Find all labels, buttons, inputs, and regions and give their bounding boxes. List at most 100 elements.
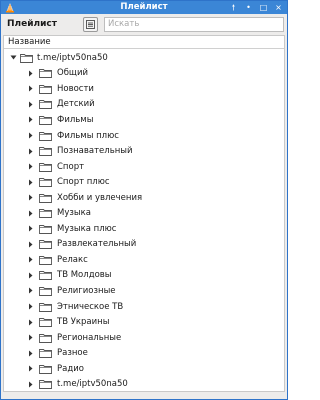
collapsed-arrow-icon[interactable] bbox=[26, 116, 34, 124]
tree-folder-item[interactable]: Новости bbox=[4, 81, 284, 97]
tree-folder-item[interactable]: Музыка bbox=[4, 205, 284, 221]
tree-folder-label: ТВ Молдовы bbox=[57, 270, 112, 281]
collapsed-arrow-icon[interactable] bbox=[26, 132, 34, 140]
collapsed-arrow-icon[interactable] bbox=[26, 194, 34, 202]
tree-folder-item[interactable]: t.me/iptv50na50 bbox=[4, 376, 284, 392]
folder-icon bbox=[39, 333, 52, 343]
title-bar[interactable]: Плейлист 🠕 • □ × bbox=[1, 1, 287, 14]
folder-icon bbox=[39, 239, 52, 250]
maximize-button[interactable]: □ bbox=[257, 2, 270, 13]
tree-folder-label: Радио bbox=[57, 363, 84, 374]
collapsed-arrow-icon[interactable] bbox=[26, 334, 34, 342]
tree-folder-label: Этническое ТВ bbox=[57, 301, 124, 312]
playlist-window: Плейлист 🠕 • □ × Плейлист Название bbox=[0, 0, 288, 400]
collapsed-arrow-icon[interactable] bbox=[26, 225, 34, 233]
folder-icon bbox=[39, 255, 52, 265]
folder-icon bbox=[39, 348, 52, 359]
tree-folder-item[interactable]: ТВ Молдовы bbox=[4, 268, 284, 284]
tree-body: t.me/iptv50na50 Общий Новости Детский Фильм… bbox=[4, 49, 284, 392]
playlist-tree[interactable]: Название t.me/iptv50na50 Общий Новости Дет… bbox=[3, 35, 285, 392]
collapsed-arrow-icon[interactable] bbox=[26, 380, 34, 388]
tree-folder-label: Познавательный bbox=[57, 146, 133, 157]
tree-root-node[interactable]: t.me/iptv50na50 bbox=[4, 50, 284, 66]
folder-icon bbox=[39, 68, 52, 79]
collapsed-arrow-icon[interactable] bbox=[26, 271, 34, 279]
folder-icon bbox=[39, 302, 52, 312]
folder-icon bbox=[39, 99, 52, 110]
collapsed-arrow-icon[interactable] bbox=[26, 178, 34, 186]
tree-folder-item[interactable]: Религиозные bbox=[4, 283, 284, 299]
tree-root-label: t.me/iptv50na50 bbox=[37, 52, 108, 63]
tree-folder-item[interactable]: Развлекательный bbox=[4, 237, 284, 253]
tree-folder-item[interactable]: Разное bbox=[4, 345, 284, 361]
window-controls: 🠕 • □ × bbox=[227, 2, 285, 13]
tree-folder-item[interactable]: Хобби и увлечения bbox=[4, 190, 284, 206]
tree-folder-label: Разное bbox=[57, 348, 88, 359]
tree-folder-item[interactable]: Этническое ТВ bbox=[4, 299, 284, 315]
tree-folder-item[interactable]: Познавательный bbox=[4, 143, 284, 159]
tree-folder-item[interactable]: Музыка плюс bbox=[4, 221, 284, 237]
tree-folder-item[interactable]: Радио bbox=[4, 361, 284, 377]
tree-folder-label: t.me/iptv50na50 bbox=[57, 379, 128, 390]
expanded-arrow-icon[interactable] bbox=[9, 54, 17, 62]
folder-icon bbox=[39, 224, 52, 234]
playlist-toolbar: Плейлист bbox=[1, 14, 287, 34]
tree-folder-label: Релакс bbox=[57, 254, 88, 265]
view-mode-button[interactable] bbox=[83, 16, 98, 32]
tree-folder-item[interactable]: Общий bbox=[4, 66, 284, 82]
folder-icon bbox=[39, 131, 52, 141]
folder-icon bbox=[39, 162, 52, 172]
tree-folder-label: Фильмы bbox=[57, 114, 94, 125]
collapsed-arrow-icon[interactable] bbox=[26, 147, 34, 155]
tree-folder-label: Фильмы плюс bbox=[57, 130, 119, 141]
folder-icon bbox=[39, 286, 52, 296]
column-header-name[interactable]: Название bbox=[4, 36, 284, 49]
tree-folder-label: Общий bbox=[57, 68, 88, 79]
tree-folder-item[interactable]: Региональные bbox=[4, 330, 284, 346]
tree-folder-label: Хобби и увлечения bbox=[57, 192, 143, 203]
collapsed-arrow-icon[interactable] bbox=[26, 287, 34, 295]
folder-icon bbox=[39, 84, 52, 94]
tree-folder-item[interactable]: Фильмы bbox=[4, 112, 284, 128]
close-button[interactable]: × bbox=[272, 2, 285, 13]
search-input[interactable] bbox=[104, 16, 284, 32]
tree-folder-label: Религиозные bbox=[57, 285, 116, 296]
tree-folder-label: Спорт плюс bbox=[57, 177, 110, 188]
folder-icon bbox=[39, 270, 52, 281]
tree-folder-label: ТВ Украины bbox=[57, 317, 110, 328]
playlist-heading: Плейлист bbox=[7, 19, 57, 29]
tree-folder-label: Музыка плюс bbox=[57, 223, 117, 234]
tree-folder-item[interactable]: Спорт плюс bbox=[4, 174, 284, 190]
tree-folder-label: Спорт bbox=[57, 161, 85, 172]
collapsed-arrow-icon[interactable] bbox=[26, 209, 34, 217]
folder-icon bbox=[39, 115, 52, 125]
tree-folder-item[interactable]: ТВ Украины bbox=[4, 314, 284, 330]
collapsed-arrow-icon[interactable] bbox=[26, 318, 34, 326]
folder-icon bbox=[39, 208, 52, 219]
tree-folder-item[interactable]: Детский bbox=[4, 97, 284, 113]
folder-icon bbox=[39, 317, 52, 328]
folder-icon bbox=[39, 379, 52, 390]
folder-icon bbox=[39, 193, 52, 203]
minimize-button[interactable]: • bbox=[242, 2, 255, 13]
collapsed-arrow-icon[interactable] bbox=[26, 240, 34, 248]
collapsed-arrow-icon[interactable] bbox=[26, 163, 34, 171]
collapsed-arrow-icon[interactable] bbox=[26, 365, 34, 373]
tree-folder-label: Развлекательный bbox=[57, 239, 137, 250]
collapsed-arrow-icon[interactable] bbox=[26, 69, 34, 77]
collapsed-arrow-icon[interactable] bbox=[26, 303, 34, 311]
pin-button[interactable]: 🠕 bbox=[227, 2, 240, 13]
tree-folder-label: Региональные bbox=[57, 332, 122, 343]
collapsed-arrow-icon[interactable] bbox=[26, 85, 34, 93]
tree-folder-item[interactable]: Спорт bbox=[4, 159, 284, 175]
collapsed-arrow-icon[interactable] bbox=[26, 349, 34, 357]
tree-folder-label: Новости bbox=[57, 83, 94, 94]
list-view-icon bbox=[86, 19, 95, 29]
folder-icon bbox=[39, 177, 52, 188]
folder-icon bbox=[39, 146, 52, 156]
tree-folder-item[interactable]: Релакс bbox=[4, 252, 284, 268]
tree-folder-item[interactable]: Фильмы плюс bbox=[4, 128, 284, 144]
tree-folder-label: Музыка bbox=[57, 208, 91, 219]
collapsed-arrow-icon[interactable] bbox=[26, 256, 34, 264]
collapsed-arrow-icon[interactable] bbox=[26, 100, 34, 108]
